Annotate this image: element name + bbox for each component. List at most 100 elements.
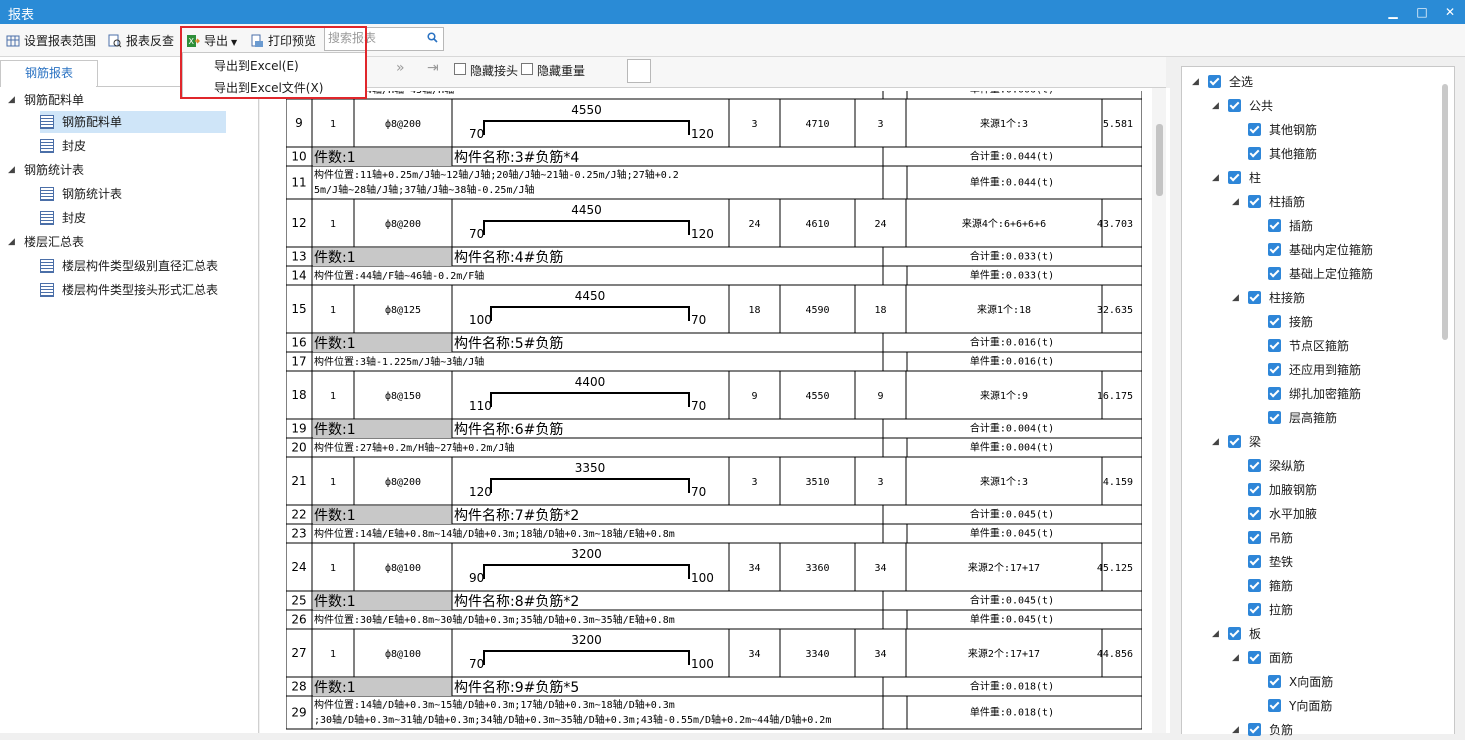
- tree-item-cover-2[interactable]: 封皮: [40, 207, 86, 229]
- search-icon[interactable]: [427, 32, 438, 43]
- checked-checkbox-icon[interactable]: [1268, 411, 1281, 424]
- expand-arrow-icon[interactable]: ◢: [1212, 96, 1219, 116]
- close-icon[interactable]: ✕: [1441, 3, 1459, 21]
- reverse-check-button[interactable]: 报表反查: [108, 32, 174, 50]
- filter-node[interactable]: 还应用到箍筋: [1268, 360, 1361, 380]
- filter-node[interactable]: 接筋: [1268, 312, 1313, 332]
- filter-node[interactable]: 箍筋: [1248, 576, 1293, 596]
- checked-checkbox-icon[interactable]: [1268, 675, 1281, 688]
- checked-checkbox-icon[interactable]: [1268, 339, 1281, 352]
- checked-checkbox-icon[interactable]: [1248, 651, 1261, 664]
- report-scrollbar[interactable]: [1152, 88, 1166, 733]
- bar-number: 24: [874, 219, 886, 230]
- filter-node[interactable]: 吊筋: [1248, 528, 1293, 548]
- filter-node[interactable]: 基础上定位箍筋: [1268, 264, 1373, 284]
- checked-checkbox-icon[interactable]: [1248, 195, 1261, 208]
- expand-arrow-icon[interactable]: ◢: [8, 89, 15, 111]
- filter-node[interactable]: ◢ 公共: [1212, 96, 1274, 116]
- expand-arrow-icon[interactable]: ◢: [1212, 432, 1219, 452]
- filter-node[interactable]: 绑扎加密箍筋: [1268, 384, 1361, 404]
- checked-checkbox-icon[interactable]: [1248, 555, 1261, 568]
- tree-item-label: 钢筋配料单: [62, 115, 123, 129]
- expand-arrow-icon[interactable]: ◢: [1232, 720, 1239, 740]
- filter-node[interactable]: ◢ 柱接筋: [1232, 288, 1305, 308]
- hide-joint-checkbox[interactable]: [454, 63, 466, 75]
- filter-node[interactable]: ◢ 板: [1212, 624, 1261, 644]
- checked-checkbox-icon[interactable]: [1268, 387, 1281, 400]
- filter-node[interactable]: 其他钢筋: [1248, 120, 1317, 140]
- filter-node[interactable]: 节点区箍筋: [1268, 336, 1349, 356]
- checked-checkbox-icon[interactable]: [1248, 459, 1261, 472]
- filter-node[interactable]: 水平加腋: [1248, 504, 1317, 524]
- checked-checkbox-icon[interactable]: [1268, 699, 1281, 712]
- filter-node[interactable]: 垫铁: [1248, 552, 1293, 572]
- checked-checkbox-icon[interactable]: [1228, 171, 1241, 184]
- expand-arrow-icon[interactable]: ◢: [1232, 648, 1239, 668]
- filter-node-label: 公共: [1249, 99, 1274, 113]
- filter-node[interactable]: 其他箍筋: [1248, 144, 1317, 164]
- last-page-icon[interactable]: ⇥: [427, 60, 439, 76]
- filter-node[interactable]: 层高箍筋: [1268, 408, 1337, 428]
- filter-node[interactable]: 加腋钢筋: [1248, 480, 1317, 500]
- tree-item-label: 楼层构件类型级别直径汇总表: [62, 259, 219, 273]
- checked-checkbox-icon[interactable]: [1268, 363, 1281, 376]
- next-page-icon[interactable]: »: [396, 60, 405, 76]
- filter-node[interactable]: Y向面筋: [1268, 696, 1332, 716]
- filter-node[interactable]: 拉筋: [1248, 600, 1293, 620]
- checked-checkbox-icon[interactable]: [1268, 243, 1281, 256]
- filter-node[interactable]: 插筋: [1268, 216, 1313, 236]
- tab-rebar-report[interactable]: 钢筋报表: [0, 60, 98, 87]
- maximize-icon[interactable]: □: [1413, 3, 1431, 21]
- checked-checkbox-icon[interactable]: [1268, 267, 1281, 280]
- expand-arrow-icon[interactable]: ◢: [1232, 288, 1239, 308]
- checked-checkbox-icon[interactable]: [1228, 99, 1241, 112]
- component-position: 构件位置:30轴/E轴+0.8m~30轴/D轴+0.3m;35轴/D轴+0.3m…: [314, 613, 675, 626]
- checked-checkbox-icon[interactable]: [1208, 75, 1221, 88]
- total-weight: 合计重:0.044(t): [970, 150, 1054, 163]
- scrollbar-thumb[interactable]: [1156, 124, 1163, 196]
- checked-checkbox-icon[interactable]: [1248, 723, 1261, 736]
- tree-group-floor-summary[interactable]: ◢ 楼层汇总表: [6, 231, 246, 253]
- tree-item-rebar-list[interactable]: 钢筋配料单: [40, 111, 226, 133]
- filter-node[interactable]: 梁纵筋: [1248, 456, 1305, 476]
- checked-checkbox-icon[interactable]: [1248, 123, 1261, 136]
- expand-arrow-icon[interactable]: ◢: [8, 231, 15, 253]
- filter-node[interactable]: ◢ 负筋: [1232, 720, 1293, 740]
- hide-weight-checkbox[interactable]: [521, 63, 533, 75]
- expand-arrow-icon[interactable]: ◢: [1212, 624, 1219, 644]
- filter-node[interactable]: 基础内定位箍筋: [1268, 240, 1373, 260]
- checked-checkbox-icon[interactable]: [1248, 579, 1261, 592]
- expand-arrow-icon[interactable]: ◢: [1212, 168, 1219, 188]
- tree-item-floor-grade-dia[interactable]: 楼层构件类型级别直径汇总表: [40, 255, 218, 277]
- expand-arrow-icon[interactable]: ◢: [8, 159, 15, 181]
- checked-checkbox-icon[interactable]: [1248, 291, 1261, 304]
- minimize-icon[interactable]: ▁: [1384, 3, 1402, 21]
- page-number-field[interactable]: [627, 59, 651, 83]
- checked-checkbox-icon[interactable]: [1228, 627, 1241, 640]
- expand-arrow-icon[interactable]: ◢: [1232, 192, 1239, 212]
- filter-node[interactable]: ◢ 全选: [1192, 72, 1253, 92]
- set-range-button[interactable]: 设置报表范围: [6, 32, 96, 50]
- filter-node[interactable]: ◢ 梁: [1212, 432, 1261, 452]
- bar-source: 来源1个:3: [980, 475, 1028, 488]
- checked-checkbox-icon[interactable]: [1248, 483, 1261, 496]
- tree-item-rebar-stats[interactable]: 钢筋统计表: [40, 183, 122, 205]
- tree-item-floor-joint-type[interactable]: 楼层构件类型接头形式汇总表: [40, 279, 218, 301]
- expand-arrow-icon[interactable]: ◢: [1192, 72, 1199, 92]
- bar-shape: [483, 120, 690, 135]
- checked-checkbox-icon[interactable]: [1248, 507, 1261, 520]
- checked-checkbox-icon[interactable]: [1268, 315, 1281, 328]
- filter-node[interactable]: X向面筋: [1268, 672, 1333, 692]
- checked-checkbox-icon[interactable]: [1248, 531, 1261, 544]
- checked-checkbox-icon[interactable]: [1248, 603, 1261, 616]
- filter-node[interactable]: ◢ 柱: [1212, 168, 1261, 188]
- checked-checkbox-icon[interactable]: [1268, 219, 1281, 232]
- report-view: 8构件位置:44轴/H轴~45轴/H轴单件重:0.006(t)91ф8@2004…: [260, 88, 1170, 733]
- filter-scrollbar-thumb[interactable]: [1442, 84, 1448, 340]
- filter-node[interactable]: ◢ 柱插筋: [1232, 192, 1305, 212]
- tree-group-rebar-stats[interactable]: ◢ 钢筋统计表: [6, 159, 246, 181]
- filter-node[interactable]: ◢ 面筋: [1232, 648, 1293, 668]
- checked-checkbox-icon[interactable]: [1248, 147, 1261, 160]
- tree-item-cover-1[interactable]: 封皮: [40, 135, 86, 157]
- checked-checkbox-icon[interactable]: [1228, 435, 1241, 448]
